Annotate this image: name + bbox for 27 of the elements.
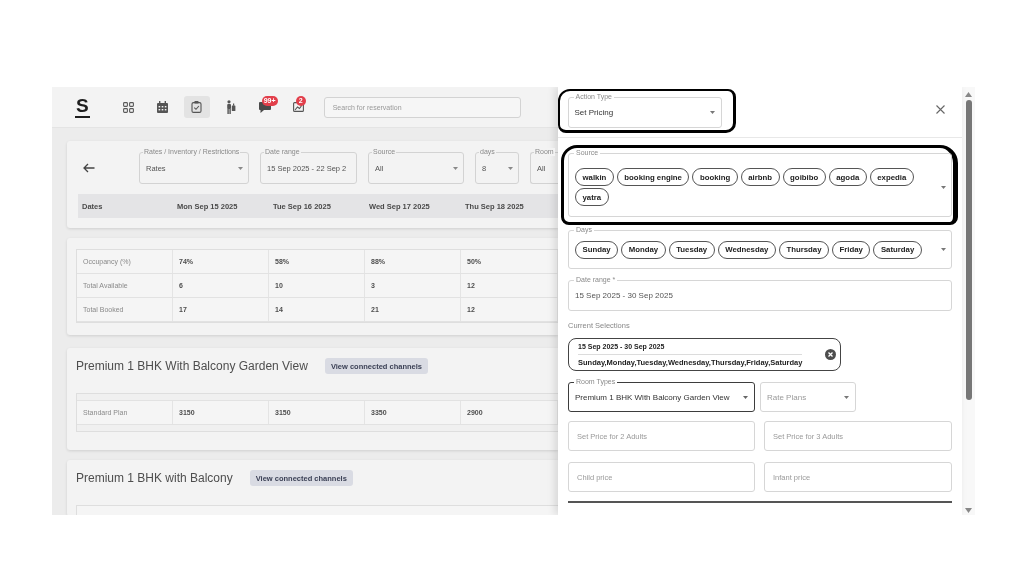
- caret-icon: [941, 185, 946, 189]
- close-circle-icon[interactable]: [825, 349, 836, 360]
- room-title: Premium 1 BHK with Balcony: [76, 471, 233, 485]
- grid-icon: [123, 101, 135, 113]
- caret-icon: [941, 248, 946, 251]
- caret-icon: [508, 166, 513, 170]
- field-value: Premium 1 BHK With Balcony Garden View: [575, 392, 730, 402]
- close-icon[interactable]: [936, 105, 945, 114]
- scroll-down-icon[interactable]: [965, 508, 972, 513]
- caret-icon: [453, 166, 458, 170]
- scroll-up-icon[interactable]: [965, 92, 972, 97]
- scrollbar-thumb[interactable]: [965, 100, 972, 400]
- room-title: Premium 1 BHK With Balcony Garden View: [76, 359, 308, 373]
- calendar-icon: [157, 101, 169, 113]
- logo[interactable]: S: [75, 96, 90, 118]
- caret-icon: [743, 395, 748, 399]
- back-arrow-icon[interactable]: [83, 163, 95, 173]
- caret-icon: [844, 395, 849, 399]
- person-luggage-icon: [225, 100, 237, 114]
- clipboard-check-icon: [191, 101, 203, 113]
- field-value: Set Pricing: [574, 108, 614, 117]
- caret-icon: [709, 111, 715, 114]
- caret-icon: [238, 166, 243, 170]
- nav-button[interactable]: [183, 96, 210, 118]
- chart-icon: [293, 102, 305, 112]
- field-placeholder: Rate Plans: [767, 392, 807, 402]
- field-value: 15 Sep 2025 - 30 Sep 2025: [575, 291, 673, 300]
